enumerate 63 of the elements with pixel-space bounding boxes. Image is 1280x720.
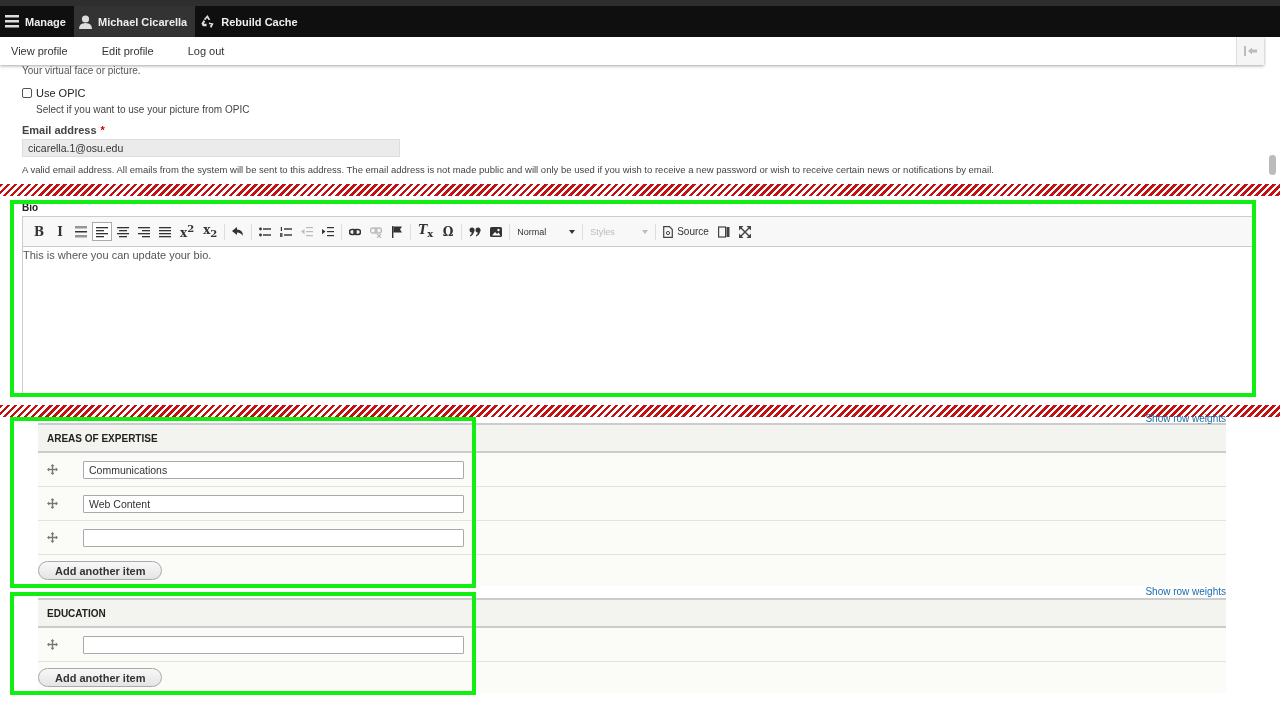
flag-icon (391, 225, 404, 238)
collapse-icon (1243, 46, 1258, 56)
show-row-weights-link[interactable]: Show row weights (1145, 413, 1226, 423)
add-item-button[interactable]: Add another item (38, 668, 163, 687)
toolbar-tab[interactable]: Rebuild Cache (195, 6, 306, 37)
add-item-button[interactable]: Add another item (38, 561, 163, 580)
undo-icon (232, 225, 245, 238)
field-description: A valid email address. All emails from the system will be sent to this address. The email address is not made public and will only be used if you wish to receive a new password or wish to receive certain news or notifications by email. (22, 164, 994, 175)
indent-icon (322, 225, 335, 238)
drag-handle-icon[interactable] (47, 639, 58, 650)
rule-icon (75, 225, 87, 238)
text-field[interactable]: Communications (83, 460, 464, 479)
text-field[interactable] (83, 635, 464, 654)
editor-tool-button[interactable]: I (50, 222, 70, 241)
drag-handle-icon[interactable] (47, 498, 58, 509)
document-icon (663, 225, 674, 238)
image-icon (490, 225, 503, 238)
field-label: Email address (22, 124, 97, 136)
email-field[interactable]: cicarella.1@osu.edu (22, 139, 400, 157)
checkbox[interactable] (22, 88, 32, 98)
text-field[interactable] (83, 528, 464, 547)
editor-tool-button[interactable] (92, 222, 112, 241)
text-field[interactable]: Web Content (83, 494, 464, 513)
table-title: AREAS OF EXPERTISE (47, 432, 158, 444)
editor-tool-button[interactable]: T$_{x}$ (414, 222, 438, 241)
table-title: EDUCATION (47, 607, 106, 619)
toolbar-tab[interactable]: Michael Cicarella (73, 6, 196, 37)
editor-tool-button[interactable]: x$_{2}$ (199, 222, 222, 241)
tray-link[interactable]: Edit profile (90, 45, 165, 57)
maximize-icon (738, 225, 751, 238)
unlink-icon (370, 225, 383, 238)
drag-handle-icon[interactable] (47, 532, 58, 543)
menu-icon (5, 15, 19, 28)
align-center-icon (117, 225, 129, 238)
person-icon (78, 14, 92, 29)
align-left-icon (96, 225, 108, 238)
drag-handle-icon[interactable] (47, 464, 58, 475)
numbers-icon (280, 225, 293, 238)
justify-icon (159, 225, 171, 238)
outdent-icon (301, 225, 314, 238)
editor-tool-button[interactable]: B (29, 222, 49, 241)
required-marker: * (100, 124, 105, 136)
caret-icon (642, 229, 649, 234)
format-dropdown[interactable]: Normal (513, 222, 580, 241)
editor-tool-button[interactable]: Ω (438, 222, 459, 241)
field-description: Your virtual face or picture. (22, 65, 141, 77)
toolbar-tab[interactable]: Manage (0, 6, 74, 37)
field-description: Select if you want to use your picture from OPIC (36, 104, 250, 115)
checkbox-label: Use OPIC (36, 87, 86, 99)
show-row-weights-link[interactable]: Show row weights (1145, 586, 1226, 598)
field-label: Bio (22, 204, 40, 212)
blocks-icon (717, 225, 730, 238)
tray-link[interactable]: Log out (176, 45, 236, 57)
caret-icon (569, 229, 576, 234)
align-right-icon (138, 225, 150, 238)
bio-text: This is where you can update your bio. (23, 248, 213, 261)
recycle-icon (200, 14, 216, 29)
editor-tool-button[interactable]: x$^{2}$ (176, 222, 199, 241)
tray-link[interactable]: View profile (0, 45, 79, 57)
scrollbar-thumb[interactable] (1269, 155, 1276, 175)
quote-icon (469, 225, 482, 238)
bullets-icon (259, 225, 272, 238)
source-button[interactable]: Source (659, 222, 713, 241)
